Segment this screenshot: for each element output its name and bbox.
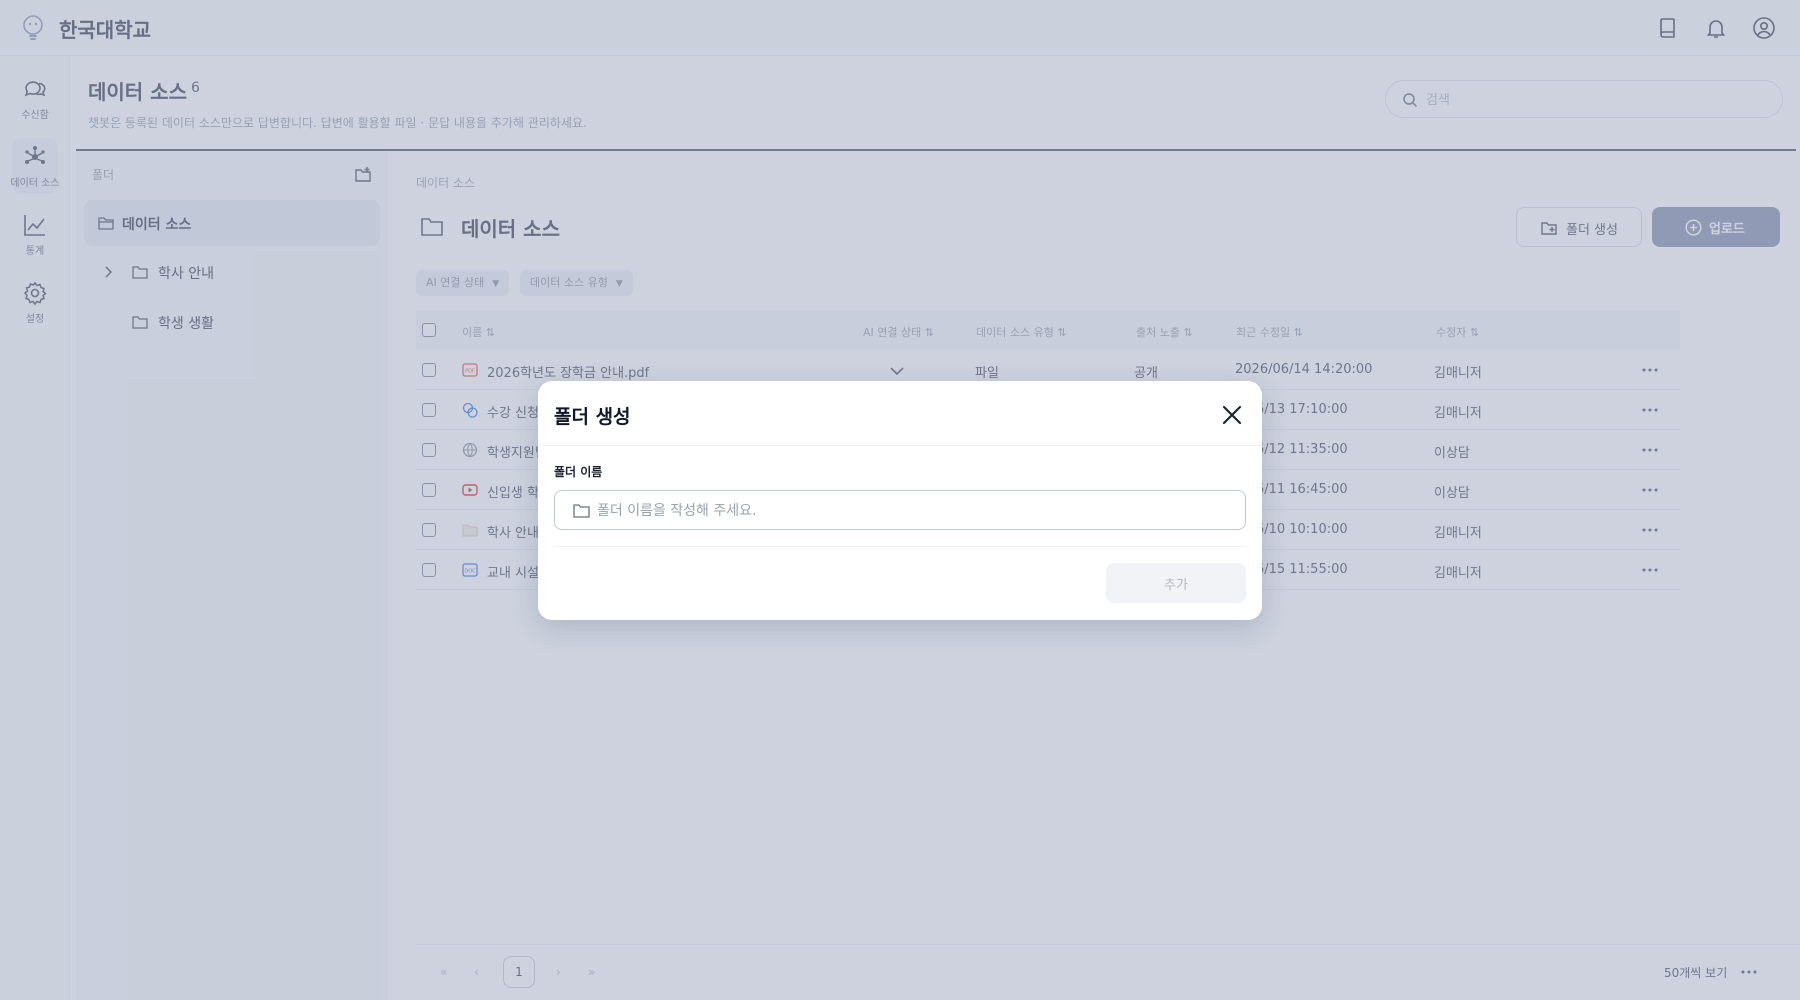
folder-icon [573, 504, 590, 518]
dialog-divider [554, 546, 1246, 547]
folder-name-label: 폴더 이름 [554, 465, 603, 479]
dialog-title: 폴더 생성 [554, 406, 631, 428]
create-folder-dialog: 폴더 생성 폴더 이름 추가 [538, 381, 1262, 620]
folder-name-field [554, 490, 1246, 530]
add-button[interactable]: 추가 [1106, 563, 1246, 603]
dialog-divider [538, 445, 1262, 446]
close-icon[interactable] [1220, 403, 1244, 427]
folder-name-input[interactable] [597, 500, 1227, 522]
